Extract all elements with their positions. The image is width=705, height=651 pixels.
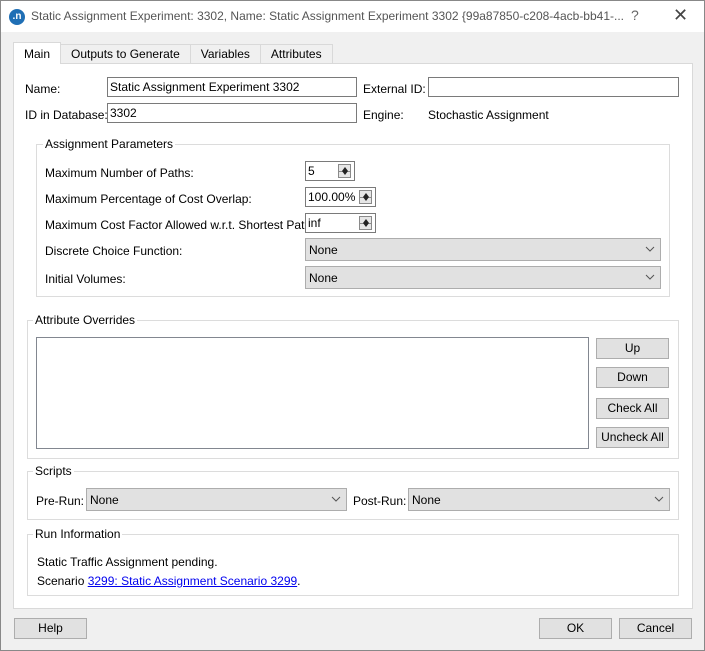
spin-arrows-icon[interactable] — [359, 216, 372, 230]
assignment-parameters-group: Assignment Parameters Maximum Number of … — [36, 137, 670, 297]
chevron-down-icon — [645, 274, 655, 280]
window-title: Static Assignment Experiment: 3302, Name… — [31, 9, 625, 23]
tab-bar: Main Outputs to Generate Variables Attri… — [13, 42, 333, 64]
close-icon[interactable]: ✕ — [673, 5, 688, 26]
max-cost-factor-spinbox[interactable]: inf — [305, 213, 376, 233]
main-tab-panel: Name: Static Assignment Experiment 3302 … — [13, 63, 693, 609]
initial-volumes-label: Initial Volumes: — [45, 272, 126, 286]
initial-volumes-dropdown[interactable]: None — [305, 266, 661, 289]
check-all-button[interactable]: Check All — [596, 398, 669, 419]
max-overlap-spinbox[interactable]: 100.00% — [305, 187, 376, 207]
post-run-value: None — [412, 493, 441, 507]
id-in-database-input[interactable]: 3302 — [107, 103, 357, 123]
dialog-window: .n Static Assignment Experiment: 3302, N… — [0, 0, 705, 651]
ok-button[interactable]: OK — [539, 618, 612, 639]
max-paths-spinbox[interactable]: 5 — [305, 161, 355, 181]
discrete-choice-label: Discrete Choice Function: — [45, 244, 183, 258]
max-cost-factor-value: inf — [308, 216, 321, 230]
scenario-prefix: Scenario — [37, 574, 88, 588]
engine-label: Engine: — [363, 108, 404, 122]
tab-variables[interactable]: Variables — [189, 44, 261, 64]
chevron-down-icon — [654, 496, 664, 502]
pre-run-label: Pre-Run: — [36, 494, 85, 508]
max-overlap-value: 100.00% — [308, 190, 356, 204]
scenario-link[interactable]: 3299: Static Assignment Scenario 3299 — [88, 574, 297, 588]
scenario-line: Scenario 3299: Static Assignment Scenari… — [37, 574, 301, 588]
run-information-title: Run Information — [33, 527, 123, 541]
post-run-label: Post-Run: — [353, 494, 407, 508]
help-question-icon[interactable]: ? — [631, 7, 639, 23]
chevron-down-icon — [331, 496, 341, 502]
uncheck-all-button[interactable]: Uncheck All — [596, 427, 669, 448]
discrete-choice-dropdown[interactable]: None — [305, 238, 661, 261]
post-run-dropdown[interactable]: None — [408, 488, 670, 511]
app-logo-icon: .n — [9, 9, 25, 25]
name-label: Name: — [25, 82, 61, 96]
attribute-overrides-group: Attribute Overrides Up Down Check All Un… — [27, 313, 679, 459]
down-button[interactable]: Down — [596, 367, 669, 388]
external-id-input[interactable] — [428, 77, 679, 97]
id-in-database-label: ID in Database: — [25, 108, 108, 122]
run-information-group: Run Information Static Traffic Assignmen… — [27, 527, 679, 596]
max-paths-label: Maximum Number of Paths: — [45, 166, 194, 180]
tab-outputs-to-generate[interactable]: Outputs to Generate — [60, 44, 191, 64]
attribute-overrides-title: Attribute Overrides — [33, 313, 138, 327]
tab-attributes[interactable]: Attributes — [259, 44, 333, 64]
tab-main[interactable]: Main — [13, 42, 62, 64]
spin-arrows-icon[interactable] — [359, 190, 372, 204]
scripts-title: Scripts — [33, 464, 74, 478]
max-overlap-label: Maximum Percentage of Cost Overlap: — [45, 192, 252, 206]
title-bar: .n Static Assignment Experiment: 3302, N… — [1, 1, 704, 32]
pre-run-dropdown[interactable]: None — [86, 488, 347, 511]
help-button[interactable]: Help — [14, 618, 87, 639]
scenario-suffix: . — [297, 574, 301, 588]
cancel-button[interactable]: Cancel — [619, 618, 692, 639]
initial-volumes-value: None — [309, 271, 338, 285]
engine-value: Stochastic Assignment — [428, 108, 549, 122]
spin-arrows-icon[interactable] — [338, 164, 351, 178]
name-input[interactable]: Static Assignment Experiment 3302 — [107, 77, 357, 97]
assignment-parameters-title: Assignment Parameters — [43, 137, 176, 151]
up-button[interactable]: Up — [596, 338, 669, 359]
scripts-group: Scripts Pre-Run: None Post-Run: None — [27, 464, 679, 520]
external-id-label: External ID: — [363, 82, 426, 96]
run-status-text: Static Traffic Assignment pending. — [37, 555, 218, 569]
max-cost-factor-label: Maximum Cost Factor Allowed w.r.t. Short… — [45, 218, 315, 232]
pre-run-value: None — [90, 493, 119, 507]
attribute-overrides-list[interactable] — [36, 337, 589, 449]
max-paths-value: 5 — [308, 164, 315, 178]
discrete-choice-value: None — [309, 243, 338, 257]
chevron-down-icon — [645, 246, 655, 252]
